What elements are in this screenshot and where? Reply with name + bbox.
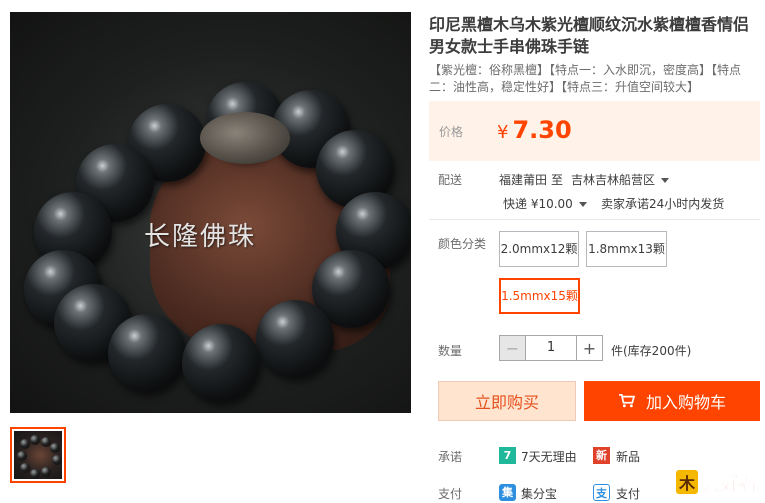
payment-item[interactable]: 支付 — [616, 485, 640, 502]
cord-knot — [200, 112, 290, 164]
bead — [182, 324, 260, 402]
alipay-icon: 支 — [593, 484, 610, 501]
product-title: 印尼黑檀木乌木紫光檀顺纹沉水紫檀檀香情侣男女款士手串佛珠手链 — [429, 15, 750, 56]
sku-label: 颜色分类 — [438, 237, 487, 251]
shipping-label: 配送 — [438, 173, 463, 187]
price-value: ¥7.30 — [497, 115, 572, 148]
new-product-icon: 新 — [593, 447, 610, 464]
svg-text:木: 木 — [678, 474, 696, 493]
quantity-label: 数量 — [438, 344, 463, 358]
product-subtitle: 【紫光檀：俗称黑檀】【特点一：入水即沉，密度高】【特点二：油性高，稳定性好】【特… — [429, 63, 742, 94]
quantity-decrease-button[interactable]: − — [500, 336, 526, 360]
promise-item[interactable]: 7天无理由 — [521, 448, 577, 465]
price-label: 价格 — [439, 125, 464, 139]
buy-now-button[interactable]: 立即购买 — [438, 381, 576, 421]
quantity-input[interactable]: 1 — [526, 336, 576, 360]
payment-item[interactable]: 集分宝 — [521, 485, 557, 502]
promise-item[interactable]: 新品 — [616, 448, 640, 465]
quantity-increase-button[interactable]: + — [576, 336, 602, 360]
sku-option[interactable]: 2.0mmx12颗 — [499, 231, 579, 267]
bead — [256, 300, 334, 378]
shipping-method: 快递 ¥10.00 — [503, 197, 573, 211]
stock-text: 件(库存200件) — [611, 344, 692, 358]
sku-option-selected[interactable]: 1.5mmx15颗 — [499, 278, 580, 314]
cart-icon — [619, 394, 636, 408]
currency-symbol: ¥ — [497, 122, 509, 143]
price-amount: 7.30 — [512, 116, 572, 144]
shipping-promise: 卖家承诺24小时内发货 — [601, 197, 725, 211]
site-watermark-logo: 木 爱好者 — [676, 470, 757, 495]
chevron-down-icon — [578, 202, 587, 207]
add-to-cart-label: 加入购物车 — [645, 393, 726, 412]
add-to-cart-button[interactable]: 加入购物车 — [584, 381, 760, 421]
payment-label: 支付 — [438, 487, 463, 501]
watermark-logo-text: 爱好者 — [703, 473, 757, 495]
chevron-down-icon — [661, 178, 670, 183]
bead — [108, 314, 186, 392]
buy-now-label: 立即购买 — [474, 393, 539, 412]
divider — [429, 219, 760, 220]
shipping-destination: 吉林吉林船营区 — [571, 173, 656, 187]
shipping-method-select[interactable]: 快递 ¥10.00 — [503, 195, 587, 212]
promise-label: 承诺 — [438, 450, 463, 464]
shipping-to: 至 — [551, 173, 564, 187]
price-panel: 价格 ¥7.30 — [429, 101, 760, 161]
seven-day-return-icon: 7 — [499, 447, 516, 464]
image-watermark: 长隆佛珠 — [144, 222, 257, 252]
thumbnail-1[interactable] — [10, 427, 66, 483]
main-product-image[interactable]: 长隆佛珠 — [10, 12, 411, 413]
jifenbao-icon: 集 — [499, 484, 516, 501]
shipping-destination-select[interactable]: 吉林吉林船营区 — [571, 171, 670, 188]
sku-option[interactable]: 1.8mmx13颗 — [586, 231, 667, 267]
shipping-origin: 福建莆田 — [499, 173, 548, 187]
quantity-stepper: − 1 + — [499, 335, 603, 361]
